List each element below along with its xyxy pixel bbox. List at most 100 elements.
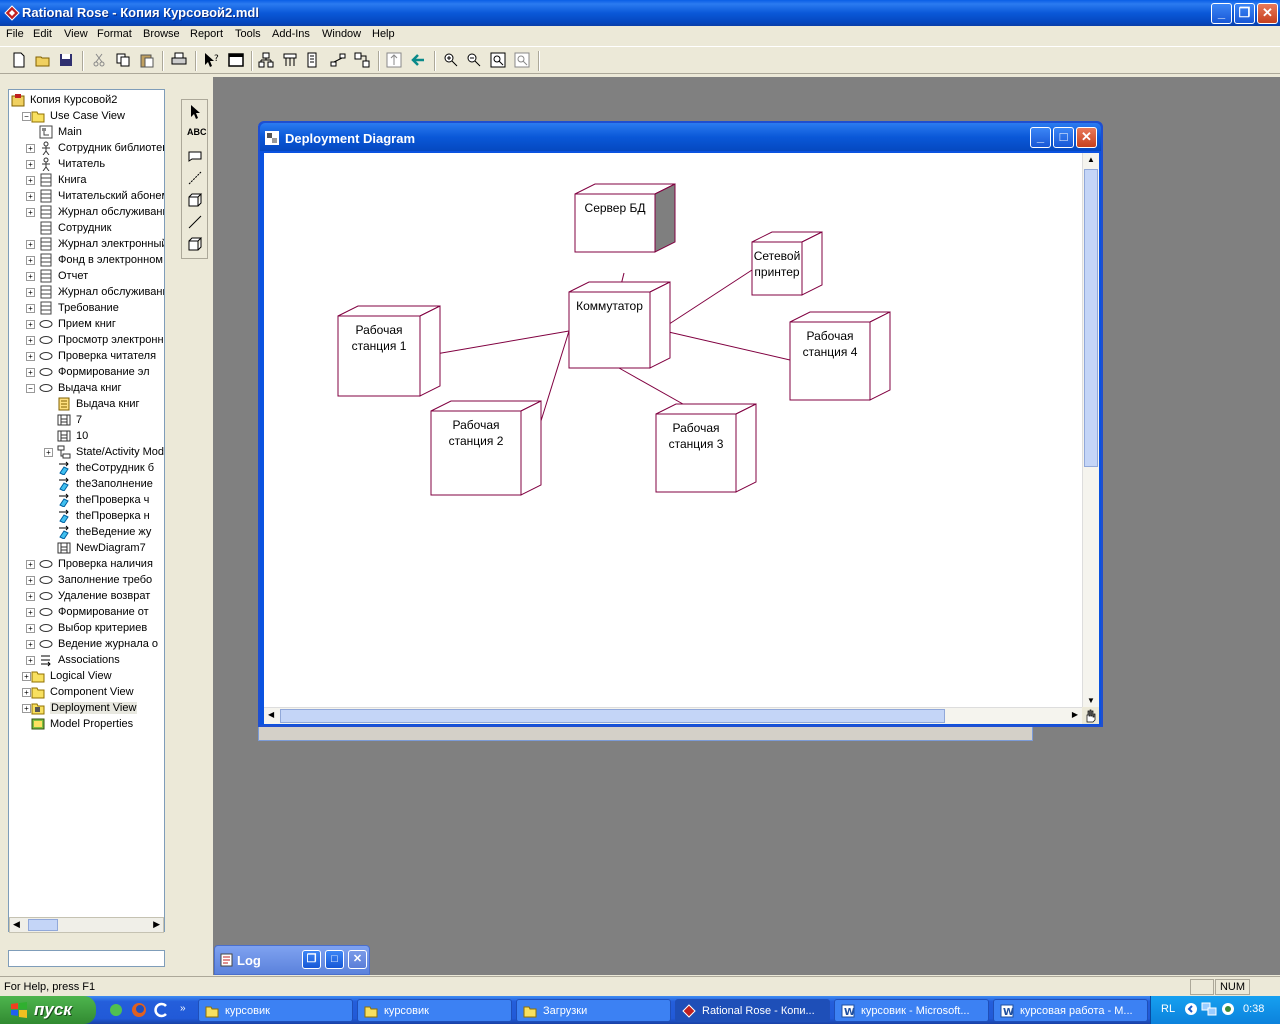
log-window[interactable]: Log ❐ □ ✕ xyxy=(214,945,370,975)
minimize-button[interactable]: _ xyxy=(1211,3,1232,24)
tree-item[interactable]: Сотрудник xyxy=(9,220,164,236)
network-icon[interactable] xyxy=(1201,1002,1217,1016)
expand-icon[interactable]: + xyxy=(26,640,35,649)
tree-item[interactable]: + Проверка читателя xyxy=(9,348,164,364)
menu-view[interactable]: View xyxy=(64,28,88,40)
tree-item[interactable]: + Читатель xyxy=(9,156,164,172)
menu-report[interactable]: Report xyxy=(190,28,223,40)
expand-icon[interactable]: + xyxy=(44,448,53,457)
menu-window[interactable]: Window xyxy=(322,28,361,40)
text-tool-icon[interactable]: ABC xyxy=(187,127,207,143)
undo-fit-icon[interactable] xyxy=(514,52,530,68)
processor-icon[interactable] xyxy=(187,192,203,208)
deployment-diagram-icon[interactable] xyxy=(354,52,370,68)
diagram-maximize-button[interactable]: □ xyxy=(1053,127,1074,148)
close-button[interactable]: ✕ xyxy=(1257,3,1278,24)
taskbar-task[interactable]: Wкурсовая работа - М... xyxy=(993,999,1148,1022)
cut-icon[interactable] xyxy=(91,52,107,68)
expand-icon[interactable]: + xyxy=(26,240,35,249)
tree-item[interactable]: − Use Case View xyxy=(9,108,164,124)
expand-icon[interactable]: + xyxy=(22,688,31,697)
tree-item[interactable]: NewDiagram7 xyxy=(9,540,164,556)
expand-icon[interactable]: + xyxy=(26,192,35,201)
deployment-diagram[interactable]: Сервер БД Сетевой принтер Коммутатор Рабочая… xyxy=(264,153,1082,707)
taskbar-task[interactable]: Wкурсовик - Microsoft... xyxy=(834,999,989,1022)
tree-item[interactable]: + Книга xyxy=(9,172,164,188)
menu-tools[interactable]: Tools xyxy=(235,28,261,40)
browser-hscrollbar[interactable]: ◀ ▶ xyxy=(9,917,164,933)
tree-item[interactable]: + Читательский абонемент xyxy=(9,188,164,204)
menu-addins[interactable]: Add-Ins xyxy=(272,28,310,40)
scroll-right-icon[interactable]: ▶ xyxy=(1072,710,1078,719)
quicklaunch-ie-icon[interactable] xyxy=(154,1002,170,1018)
zoom-in-icon[interactable] xyxy=(443,52,459,68)
tree-item[interactable]: + Просмотр электронного xyxy=(9,332,164,348)
hand-pan-icon[interactable] xyxy=(1082,707,1099,724)
expand-icon[interactable]: + xyxy=(26,336,35,345)
scroll-right-icon[interactable]: ▶ xyxy=(153,919,160,930)
back-arrow-icon[interactable] xyxy=(410,52,426,68)
new-icon[interactable] xyxy=(11,52,27,68)
vscroll-thumb[interactable] xyxy=(1084,169,1098,467)
tree-item[interactable]: theЗаполнение xyxy=(9,476,164,492)
diagram-canvas[interactable]: Сервер БД Сетевой принтер Коммутатор Рабочая… xyxy=(264,153,1082,707)
parent-diagram-icon[interactable] xyxy=(386,52,402,68)
expand-icon[interactable]: + xyxy=(26,160,35,169)
tree-item[interactable]: theПроверка ч xyxy=(9,492,164,508)
expand-icon[interactable]: + xyxy=(26,304,35,313)
scroll-left-icon[interactable]: ◀ xyxy=(268,710,274,719)
taskbar-task[interactable]: курсовик xyxy=(198,999,353,1022)
menu-file[interactable]: File xyxy=(6,28,24,40)
expand-icon[interactable]: + xyxy=(26,656,35,665)
expand-icon[interactable]: + xyxy=(26,144,35,153)
menu-format[interactable]: Format xyxy=(97,28,132,40)
expand-icon[interactable]: + xyxy=(26,368,35,377)
scroll-up-icon[interactable]: ▲ xyxy=(1087,155,1095,164)
expand-icon[interactable]: + xyxy=(26,208,35,217)
browser-toggle-icon[interactable] xyxy=(228,52,244,68)
tree-item[interactable]: 10 xyxy=(9,428,164,444)
fit-window-icon[interactable] xyxy=(490,52,506,68)
tree-item[interactable]: + Журнал электронный xyxy=(9,236,164,252)
connection-icon[interactable] xyxy=(187,214,203,230)
expand-icon[interactable]: + xyxy=(22,704,31,713)
quicklaunch-chevron-icon[interactable]: » xyxy=(180,1003,186,1014)
expand-icon[interactable]: + xyxy=(26,320,35,329)
browser-tree[interactable]: Копия Курсовой2 − Use Case View Main + Сотруд… xyxy=(8,89,165,932)
expand-icon[interactable]: + xyxy=(26,608,35,617)
tree-item[interactable]: + Associations xyxy=(9,652,164,668)
tree-item[interactable]: + Заполнение требо xyxy=(9,572,164,588)
log-maximize-button[interactable]: □ xyxy=(325,950,344,969)
tree-item[interactable]: + State/Activity Model xyxy=(9,444,164,460)
tree-item[interactable]: + Фонд в электронном xyxy=(9,252,164,268)
context-help-icon[interactable]: ? xyxy=(203,52,219,68)
taskbar-task[interactable]: Загрузки xyxy=(516,999,671,1022)
tree-item[interactable]: Model Properties xyxy=(9,716,164,732)
tree-item[interactable]: theВедение жу xyxy=(9,524,164,540)
tree-item[interactable]: theСотрудник б xyxy=(9,460,164,476)
tree-item[interactable]: + Удаление возврат xyxy=(9,588,164,604)
open-icon[interactable] xyxy=(35,52,51,68)
menu-edit[interactable]: Edit xyxy=(33,28,52,40)
tree-item[interactable]: + Ведение журнала о xyxy=(9,636,164,652)
diagram-vscrollbar[interactable]: ▲ ▼ xyxy=(1082,153,1099,707)
tree-item[interactable]: + Deployment View xyxy=(9,700,164,716)
tree-item[interactable]: + Проверка наличия xyxy=(9,556,164,572)
menu-browse[interactable]: Browse xyxy=(143,28,180,40)
scroll-down-icon[interactable]: ▼ xyxy=(1087,696,1095,705)
tree-item[interactable]: + Формирование от xyxy=(9,604,164,620)
tree-item[interactable]: + Сотрудник библиотеки xyxy=(9,140,164,156)
taskbar-task[interactable]: Rational Rose - Копи... xyxy=(675,999,830,1022)
tree-item[interactable]: + Формирование эл xyxy=(9,364,164,380)
log-restore-button[interactable]: ❐ xyxy=(302,950,321,969)
firefox-icon[interactable] xyxy=(131,1002,147,1018)
print-icon[interactable] xyxy=(171,52,187,68)
tree-item[interactable]: + Журнал обслуживания xyxy=(9,204,164,220)
scroll-left-icon[interactable]: ◀ xyxy=(13,919,20,930)
collapse-icon[interactable]: − xyxy=(26,384,35,393)
tree-item[interactable]: + Журнал обслуживания xyxy=(9,284,164,300)
scroll-thumb[interactable] xyxy=(28,919,58,931)
restore-button[interactable]: ❐ xyxy=(1234,3,1255,24)
paste-icon[interactable] xyxy=(139,52,155,68)
copy-icon[interactable] xyxy=(115,52,131,68)
